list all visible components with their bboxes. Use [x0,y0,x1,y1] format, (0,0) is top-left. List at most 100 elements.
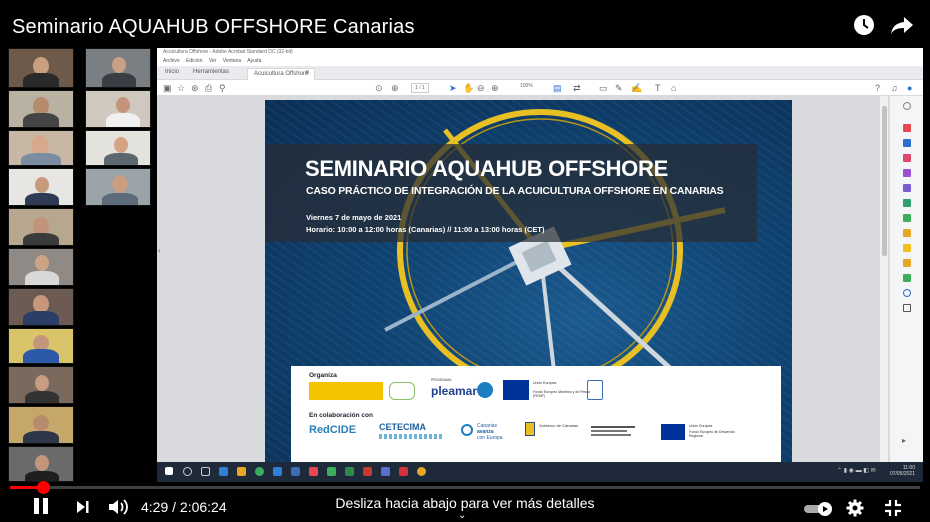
stamp-tool-icon[interactable] [903,244,911,252]
participant-tile [8,446,74,482]
canarias-avanza-icon [461,424,473,436]
scroll-thumb[interactable] [882,106,887,256]
menu-ver[interactable]: Ver [209,58,217,64]
zoom-out-icon[interactable]: ⊖ [477,83,485,93]
more-tools-icon[interactable] [903,304,911,312]
prev-page-icon[interactable]: ⊙ [375,83,383,93]
participant-tile [8,248,74,286]
autoplay-toggle[interactable] [804,502,834,521]
scan-icon[interactable] [903,214,911,222]
export-pdf-icon[interactable] [903,124,911,132]
print-icon[interactable]: ⎙ [205,83,212,93]
participant-tile [8,168,74,206]
document-scrollbar[interactable] [879,96,888,462]
select-cursor-icon[interactable]: ➤ [449,83,457,93]
comment-icon[interactable]: ▭ [599,83,608,93]
acrobat-titlebar: Acuicultura Offshore - Adobe Acrobat Sta… [157,48,923,57]
chevron-down-icon[interactable]: ⌄ [458,510,466,521]
system-tray-icons[interactable]: ⌃ ▮ ◉ ▬ ◧ ✉ [837,467,887,476]
fit-page-icon[interactable]: ▤ [553,83,562,93]
watch-later-icon[interactable] [853,14,875,41]
exit-fullscreen-icon[interactable] [884,499,902,522]
acrobat-tabs: Inicio Herramientas Acuicultura Offshore… [157,66,923,80]
document-viewer[interactable]: SEMINARIO AQUAHUB OFFSHORE CASO PRÁCTICO… [157,96,889,466]
text-tool-icon[interactable]: T [655,83,661,93]
comment-tool-icon[interactable] [903,229,911,237]
progress-scrubber[interactable] [36,481,50,494]
bell-icon[interactable]: ♫ [891,83,898,93]
teams-icon[interactable] [381,467,390,476]
zoom-tool-icon[interactable] [903,102,911,110]
search-icon[interactable]: ⚲ [219,83,226,93]
collapse-panel-icon[interactable]: ▸ [902,436,906,445]
canarias-avanza-3: con Europa [477,435,503,441]
bookmark-star-icon[interactable]: ☆ [177,83,185,93]
video-progress-bar[interactable] [10,481,920,494]
acrobat-window: Acuicultura Offshore - Adobe Acrobat Sta… [157,48,923,482]
participant-tile [8,328,74,364]
feder-label: Fondo Europeo de Desarrollo Regional [689,430,735,438]
taskbar-app-icon[interactable] [309,467,318,476]
excel-icon[interactable] [345,467,354,476]
protect-icon[interactable] [903,289,911,297]
taskbar-app-icon[interactable] [327,467,336,476]
create-icon[interactable]: ▣ [163,83,172,93]
participant-tile [8,130,74,166]
participant-tile [8,208,74,246]
chrome-icon[interactable] [255,467,264,476]
next-page-icon[interactable]: ⊕ [391,83,399,93]
pleamar-wave-icon [477,382,493,398]
windows-start-icon[interactable] [165,467,173,475]
taskbar-app-icon[interactable] [219,467,228,476]
task-view-icon[interactable] [201,467,210,476]
ministerio-logo [309,382,383,400]
powerpoint-icon[interactable] [363,467,372,476]
zoom-select[interactable]: 100% [520,83,533,89]
taskbar-app-icon[interactable] [273,467,282,476]
edit-pdf-icon[interactable] [903,154,911,162]
hand-icon[interactable]: ✋ [463,83,474,93]
zoom-in-icon[interactable]: ⊕ [491,83,499,93]
fill-sign-icon[interactable] [903,184,911,192]
menu-archivo[interactable]: Archivo [163,58,180,64]
biodiversidad-logo [389,382,415,400]
measure-icon[interactable] [903,259,911,267]
taskbar-app-icon[interactable] [291,467,300,476]
share-icon[interactable] [890,14,914,41]
participants-panel [5,44,155,484]
taskbar-app-icon[interactable] [417,467,426,476]
stamp-icon[interactable]: ⌂ [671,83,676,93]
menu-ayuda[interactable]: Ayuda [247,58,261,64]
logos-band: Organiza PROGRAMA pleamar Unión Europea … [291,366,781,466]
cetecima-logo: CETECIMA [379,422,426,432]
settings-gear-icon[interactable] [846,499,864,522]
tab-herramientas[interactable]: Herramientas [193,69,229,75]
participant-tile [8,366,74,404]
account-icon[interactable]: ● [907,83,912,93]
highlight-icon[interactable]: ✎ [615,83,623,93]
acrobat-taskbar-icon[interactable] [399,467,408,476]
help-icon[interactable]: ? [875,83,880,93]
taskbar-clock[interactable]: 11:00 07/05/2021 [890,465,915,477]
tab-close-icon[interactable]: ✕ [305,69,310,76]
file-explorer-icon[interactable] [237,467,246,476]
menu-edicion[interactable]: Edición [186,58,202,64]
participant-tile [85,130,151,166]
print-production-icon[interactable] [903,274,911,282]
video-title[interactable]: Seminario AQUAHUB OFFSHORE Canarias [12,16,415,39]
page-indicator[interactable]: 1 / 1 [411,83,429,93]
sign-icon[interactable]: ✍ [631,83,642,93]
menu-ventana[interactable]: Ventana [223,58,241,64]
taskbar-search-icon[interactable] [183,467,192,476]
participant-tile [85,48,151,88]
colaboracion-label: En colaboración con [309,412,373,419]
upload-icon[interactable]: ⊛ [191,83,199,93]
tab-inicio[interactable]: Inicio [165,69,179,75]
scroll-mode-icon[interactable]: ⇄ [573,83,581,93]
create-pdf-icon[interactable] [903,139,911,147]
apromar-logo [587,380,603,400]
organize-pages-icon[interactable] [903,169,911,177]
consejeria-logo [591,424,641,436]
left-panel-toggle-icon[interactable]: ‹ [158,246,161,255]
send-review-icon[interactable] [903,199,911,207]
